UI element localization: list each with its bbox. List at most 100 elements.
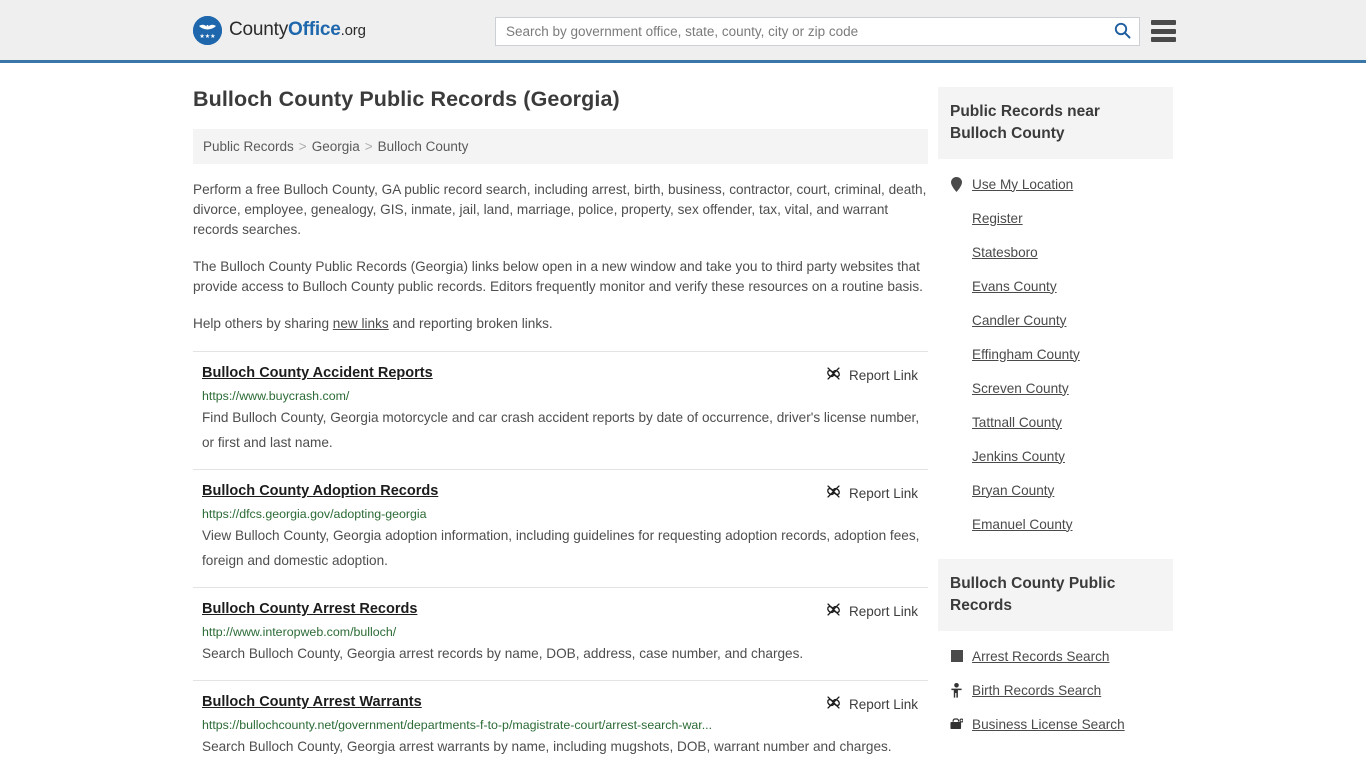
sidebar-list-item[interactable]: Business License Search (950, 707, 1173, 741)
sidebar-list-item[interactable]: Register (950, 201, 1173, 235)
report-link-label: Report Link (848, 603, 918, 619)
sidebar-list-item[interactable]: Effingham County (950, 337, 1173, 371)
breadcrumb: Public Records > Georgia > Bulloch County (193, 129, 928, 164)
record-header: Bulloch County Arrest Warrants Report Lin… (202, 694, 928, 713)
sidebar-nearby-heading: Public Records near Bulloch County (938, 87, 1173, 159)
record-url-link[interactable]: https://bullochcounty.net/government/dep… (202, 718, 928, 732)
intro-text: Perform a free Bulloch County, GA public… (193, 180, 928, 334)
sidebar-item-label[interactable]: Business License Search (972, 717, 1125, 732)
sidebar-item-label[interactable]: Use My Location (972, 177, 1073, 192)
record-item: Bulloch County Arrest Records Report Link… (193, 587, 928, 680)
breadcrumb-separator: > (364, 139, 373, 154)
broken-link-icon (826, 484, 841, 502)
record-header: Bulloch County Arrest Records Report Link (202, 601, 928, 620)
sidebar: Public Records near Bulloch County Use M… (928, 63, 1173, 768)
record-url-link[interactable]: http://www.interopweb.com/bulloch/ (202, 625, 928, 639)
new-links-link[interactable]: new links (333, 316, 389, 331)
page-body: Bulloch County Public Records (Georgia) … (0, 63, 1366, 768)
record-url-link[interactable]: https://www.buycrash.com/ (202, 389, 928, 403)
records-list: Bulloch County Accident Reports Report Li… (193, 351, 928, 768)
sidebar-nearby-box: Public Records near Bulloch County Use M… (938, 87, 1173, 541)
breadcrumb-item-georgia[interactable]: Georgia (312, 139, 360, 154)
sidebar-item-label[interactable]: Statesboro (972, 245, 1038, 260)
baby-icon (950, 682, 963, 698)
record-header: Bulloch County Adoption Records Report Li… (202, 483, 928, 502)
search-button[interactable] (1105, 18, 1139, 45)
sidebar-records-heading: Bulloch County Public Records (938, 559, 1173, 631)
report-link-label: Report Link (848, 696, 918, 712)
intro-paragraph-1: Perform a free Bulloch County, GA public… (193, 182, 927, 237)
report-link-button[interactable]: Report Link (826, 695, 928, 713)
intro-p3-after: and reporting broken links. (388, 316, 553, 331)
sidebar-records-list: Arrest Records Search Birth Records Searc… (938, 631, 1173, 741)
logo-text-org: .org (340, 22, 366, 39)
sidebar-item-label[interactable]: Emanuel County (972, 517, 1073, 532)
record-title-link[interactable]: Bulloch County Accident Reports (202, 365, 433, 381)
record-header: Bulloch County Accident Reports Report Li… (202, 365, 928, 384)
sidebar-item-label[interactable]: Candler County (972, 313, 1066, 328)
sidebar-item-label[interactable]: Jenkins County (972, 449, 1065, 464)
record-title-link[interactable]: Bulloch County Arrest Warrants (202, 694, 422, 710)
broken-link-icon (826, 695, 841, 713)
intro-paragraph-3: Help others by sharing new links and rep… (193, 314, 928, 334)
broken-link-icon (826, 602, 841, 620)
sidebar-nearby-list: Use My Location Register Statesboro Evans C… (938, 159, 1173, 541)
record-title-link[interactable]: Bulloch County Adoption Records (202, 483, 438, 499)
sidebar-records-box: Bulloch County Public Records Arrest Rec… (938, 559, 1173, 741)
record-url-link[interactable]: https://dfcs.georgia.gov/adopting-georgi… (202, 507, 928, 521)
eagle-seal-icon: ★★★ (193, 15, 222, 45)
sidebar-list-item[interactable]: Bryan County (950, 473, 1173, 507)
record-item: Bulloch County Adoption Records Report Li… (193, 469, 928, 587)
report-link-label: Report Link (848, 485, 918, 501)
sidebar-list-item[interactable]: Statesboro (950, 235, 1173, 269)
sidebar-list-item[interactable]: Birth Records Search (950, 673, 1173, 707)
sidebar-item-label[interactable]: Register (972, 211, 1023, 226)
map-pin-icon (950, 176, 963, 192)
search-input[interactable] (496, 18, 1105, 45)
sidebar-list-item[interactable]: Use My Location (950, 167, 1173, 201)
page-title: Bulloch County Public Records (Georgia) (193, 87, 620, 111)
intro-p3-before: Help others by sharing (193, 316, 333, 331)
sidebar-item-label[interactable]: Effingham County (972, 347, 1080, 362)
breadcrumb-item-bulloch-county[interactable]: Bulloch County (378, 139, 469, 154)
site-logo-text: CountyOffice.org (229, 19, 366, 41)
main-column: Bulloch County Public Records (Georgia) … (193, 63, 928, 768)
report-link-button[interactable]: Report Link (826, 602, 928, 620)
report-link-button[interactable]: Report Link (826, 366, 928, 384)
sidebar-list-item[interactable]: Jenkins County (950, 439, 1173, 473)
sidebar-item-label[interactable]: Bryan County (972, 483, 1054, 498)
record-title-link[interactable]: Bulloch County Arrest Records (202, 601, 417, 617)
logo-text-county: County (229, 19, 289, 40)
sidebar-list-item[interactable]: Tattnall County (950, 405, 1173, 439)
content-container: Bulloch County Public Records (Georgia) … (193, 63, 1173, 768)
breadcrumb-item-public-records[interactable]: Public Records (203, 139, 294, 154)
sidebar-item-label[interactable]: Arrest Records Search (972, 649, 1110, 664)
record-description: View Bulloch County, Georgia adoption in… (202, 528, 920, 568)
record-item: Bulloch County Accident Reports Report Li… (193, 351, 928, 469)
record-description: Search Bulloch County, Georgia arrest wa… (202, 739, 892, 754)
site-header: ★★★ CountyOffice.org (0, 0, 1366, 63)
hamburger-bar (1151, 20, 1176, 25)
briefcase-icon (950, 716, 963, 732)
sidebar-item-label[interactable]: Tattnall County (972, 415, 1062, 430)
intro-paragraph-2: The Bulloch County Public Records (Georg… (193, 259, 923, 294)
hamburger-bar (1151, 37, 1176, 42)
record-description: Find Bulloch County, Georgia motorcycle … (202, 410, 920, 450)
search-icon (1114, 22, 1131, 42)
sidebar-list-item[interactable]: Evans County (950, 269, 1173, 303)
hamburger-menu-icon[interactable] (1151, 20, 1176, 42)
logo-text-office: Office (288, 19, 341, 40)
sidebar-item-label[interactable]: Evans County (972, 279, 1057, 294)
sidebar-item-label[interactable]: Birth Records Search (972, 683, 1101, 698)
sidebar-item-label[interactable]: Screven County (972, 381, 1069, 396)
sidebar-list-item[interactable]: Candler County (950, 303, 1173, 337)
sidebar-list-item[interactable]: Arrest Records Search (950, 639, 1173, 673)
sidebar-list-item[interactable]: Emanuel County (950, 507, 1173, 541)
record-description: Search Bulloch County, Georgia arrest re… (202, 646, 804, 661)
report-link-label: Report Link (848, 367, 918, 383)
svg-text:★★★: ★★★ (199, 33, 215, 40)
sidebar-list-item[interactable]: Screven County (950, 371, 1173, 405)
search-bar[interactable] (495, 17, 1140, 46)
report-link-button[interactable]: Report Link (826, 484, 928, 502)
site-logo[interactable]: ★★★ CountyOffice.org (193, 15, 366, 45)
